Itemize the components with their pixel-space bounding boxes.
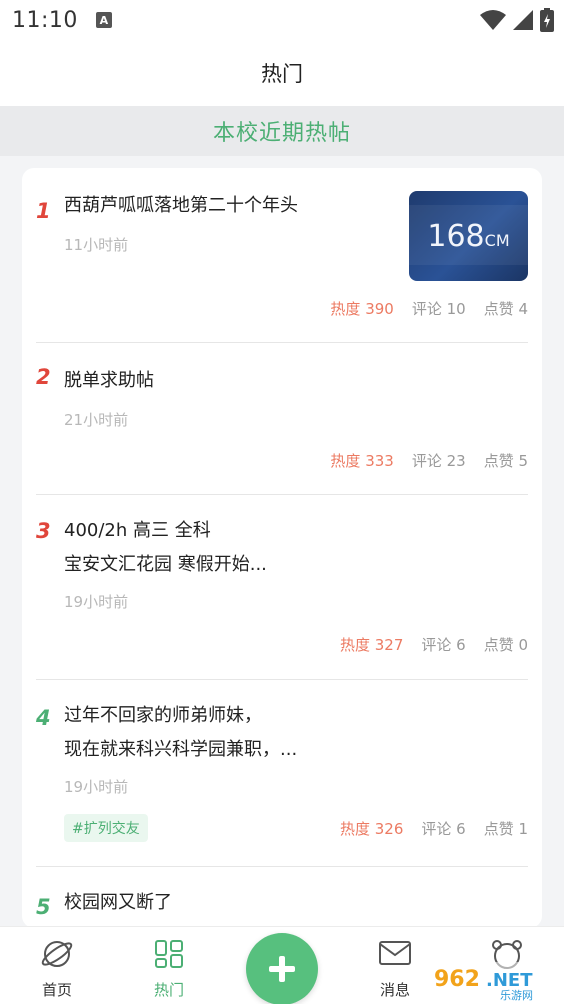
- grid-icon: [152, 937, 186, 971]
- post-item[interactable]: 2 脱单求助帖 21小时前 热度 333 评论 23 点赞 5: [22, 343, 542, 495]
- post-title-line1: 400/2h 高三 全科: [64, 520, 211, 541]
- signal-icon: [513, 10, 533, 30]
- wifi-icon: [480, 10, 506, 30]
- like-count[interactable]: 点赞 4: [484, 298, 528, 319]
- post-title: 校园网又断了: [64, 892, 172, 913]
- post-stats: 热度 327 评论 6 点赞 0: [340, 634, 528, 655]
- svg-text:乐游网: 乐游网: [500, 989, 533, 1002]
- thumbnail-text: 168CM: [427, 219, 510, 254]
- post-rank: 2: [36, 365, 51, 389]
- create-post-button[interactable]: [246, 933, 318, 1004]
- heat-count: 热度 327: [339, 636, 404, 654]
- status-time: 11:10: [12, 7, 78, 33]
- svg-text:.NET: .NET: [486, 970, 533, 991]
- post-item[interactable]: 3 400/2h 高三 全科 宝安文汇花园 寒假开始... 19小时前 热度 3…: [22, 495, 542, 680]
- status-icons: [480, 8, 554, 32]
- post-rank: 5: [36, 895, 51, 919]
- heat-count: 热度 333: [330, 452, 394, 470]
- watermark-logo: 962 .NET 乐游网: [428, 962, 558, 1002]
- like-count[interactable]: 点赞 0: [484, 634, 528, 655]
- post-thumbnail[interactable]: 168CM: [409, 191, 528, 281]
- plus-icon: [269, 956, 295, 982]
- post-rank: 1: [36, 199, 51, 223]
- mail-icon: [378, 937, 412, 971]
- post-title-line1: 过年不回家的师弟师妹，: [64, 705, 262, 726]
- post-item[interactable]: 5 校园网又断了: [22, 867, 542, 928]
- post-item[interactable]: 1 西葫芦呱呱落地第二十个年头 11小时前 168CM 热度 390 评论 10…: [22, 168, 542, 343]
- post-stats: 热度 326 评论 6 点赞 1: [340, 818, 528, 839]
- page-title: 热门: [261, 62, 303, 86]
- accessibility-icon: A: [95, 12, 112, 28]
- post-title-line2: 宝安文汇花园 寒假开始...: [64, 554, 267, 575]
- post-time: 19小时前: [64, 593, 129, 611]
- svg-text:962: 962: [434, 967, 480, 992]
- post-time: 19小时前: [64, 778, 129, 796]
- post-stats: 热度 333 评论 23 点赞 5: [330, 450, 528, 471]
- app-header: 热门: [0, 40, 564, 106]
- post-rank: 4: [36, 706, 51, 730]
- nav-hot[interactable]: 热门: [124, 927, 214, 1004]
- nav-messages[interactable]: 消息: [350, 927, 440, 1004]
- section-title: 本校近期热帖: [212, 121, 351, 146]
- comment-count[interactable]: 评论 6: [421, 818, 465, 839]
- post-title: 脱单求助帖: [64, 370, 154, 391]
- nav-label: 消息: [379, 981, 410, 999]
- post-time: 11小时前: [64, 236, 129, 254]
- nav-home[interactable]: 首页: [12, 927, 102, 1004]
- comment-count[interactable]: 评论 6: [421, 634, 465, 655]
- nav-label: 热门: [153, 981, 184, 999]
- planet-icon: [40, 937, 74, 971]
- post-stats: 热度 390 评论 10 点赞 4: [330, 298, 528, 319]
- status-bar: 11:10 A: [0, 0, 564, 40]
- post-title: 西葫芦呱呱落地第二十个年头: [64, 195, 298, 216]
- nav-label: 首页: [41, 981, 72, 999]
- like-count[interactable]: 点赞 5: [484, 450, 528, 471]
- post-title-line2: 现在就来科兴科学园兼职，...: [64, 739, 298, 760]
- heat-count: 热度 326: [339, 820, 404, 838]
- bottom-nav: 首页 热门 消息 962 .NET 乐游网: [0, 926, 564, 1004]
- hot-posts-card: 1 西葫芦呱呱落地第二十个年头 11小时前 168CM 热度 390 评论 10…: [22, 168, 542, 928]
- comment-count[interactable]: 评论 23: [412, 450, 466, 471]
- post-time: 21小时前: [64, 411, 129, 429]
- heat-count: 热度 390: [330, 300, 394, 318]
- like-count[interactable]: 点赞 1: [484, 818, 528, 839]
- post-item[interactable]: 4 过年不回家的师弟师妹， 现在就来科兴科学园兼职，... 19小时前 #扩列交…: [22, 680, 542, 867]
- topic-tag[interactable]: #扩列交友: [64, 814, 148, 842]
- post-rank: 3: [36, 519, 51, 543]
- comment-count[interactable]: 评论 10: [412, 298, 466, 319]
- section-banner: 本校近期热帖: [0, 106, 564, 156]
- battery-icon: [540, 8, 554, 32]
